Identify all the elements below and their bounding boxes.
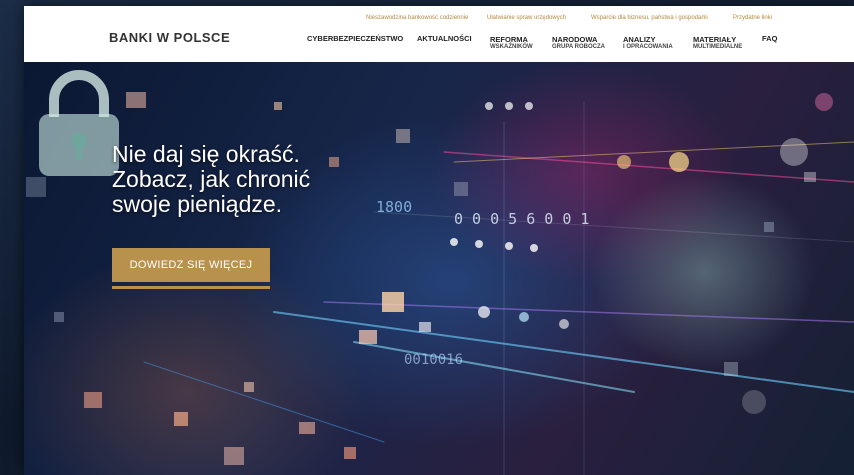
cta-underline: [112, 286, 270, 289]
nav-label: AKTUALNOŚCI: [417, 34, 472, 43]
nav-sublabel: MULTIMEDIALNE: [693, 44, 743, 50]
nav-label: CYBERBEZPIECZEŃSTWO: [307, 34, 404, 43]
hero-headline: Nie daj się okraść. Zobacz, jak chronić …: [112, 142, 432, 217]
hero-headline-line-2: Zobacz, jak chronić: [112, 166, 311, 192]
binary-text-3: 0010016: [404, 352, 464, 368]
nav-sublabel: GRUPA ROBOCZA: [552, 44, 605, 50]
bokeh-lights: [450, 93, 833, 414]
nav-label: MATERIAŁY: [693, 35, 737, 44]
nav-index-reform[interactable]: REFORMA WSKAŹNIKÓW: [490, 36, 533, 51]
nav-sublabel: WSKAŹNIKÓW: [490, 44, 533, 50]
binary-text-2: 0 0 0 5 6 0 0 1: [454, 210, 590, 228]
nav-label: NARODOWA: [552, 35, 598, 44]
website-page: BANKI W POLSCE Nieszawodzina bankowość c…: [24, 6, 854, 475]
nav-faq[interactable]: FAQ: [762, 35, 777, 43]
nav-label: REFORMA: [490, 35, 528, 44]
nav-label: FAQ: [762, 34, 778, 43]
hero-headline-line-3: swoje pieniądze.: [112, 191, 283, 217]
nav-news[interactable]: AKTUALNOŚCI: [417, 35, 472, 43]
hero-banner: 1800 0 0 0 5 6 0 0 1 0010016 Nie daj się…: [24, 62, 854, 475]
hero-headline-line-1: Nie daj się okraść.: [112, 141, 300, 167]
nav-working-group[interactable]: NARODOWA GRUPA ROBOCZA: [552, 36, 605, 51]
nav-multimedia[interactable]: MATERIAŁY MULTIMEDIALNE: [693, 36, 742, 51]
main-nav: CYBERBEZPIECZEŃSTWO AKTUALNOŚCI REFORMA …: [24, 6, 854, 62]
site-header: BANKI W POLSCE Nieszawodzina bankowość c…: [24, 6, 854, 62]
nav-cybersecurity[interactable]: CYBERBEZPIECZEŃSTWO: [307, 35, 403, 43]
nav-label: ANALIZY: [623, 35, 656, 44]
nav-analyses[interactable]: ANALIZY I OPRACOWANIA: [623, 36, 673, 51]
learn-more-button[interactable]: DOWIEDZ SIĘ WIĘCEJ: [112, 248, 270, 282]
nav-sublabel: I OPRACOWANIA: [623, 44, 673, 50]
